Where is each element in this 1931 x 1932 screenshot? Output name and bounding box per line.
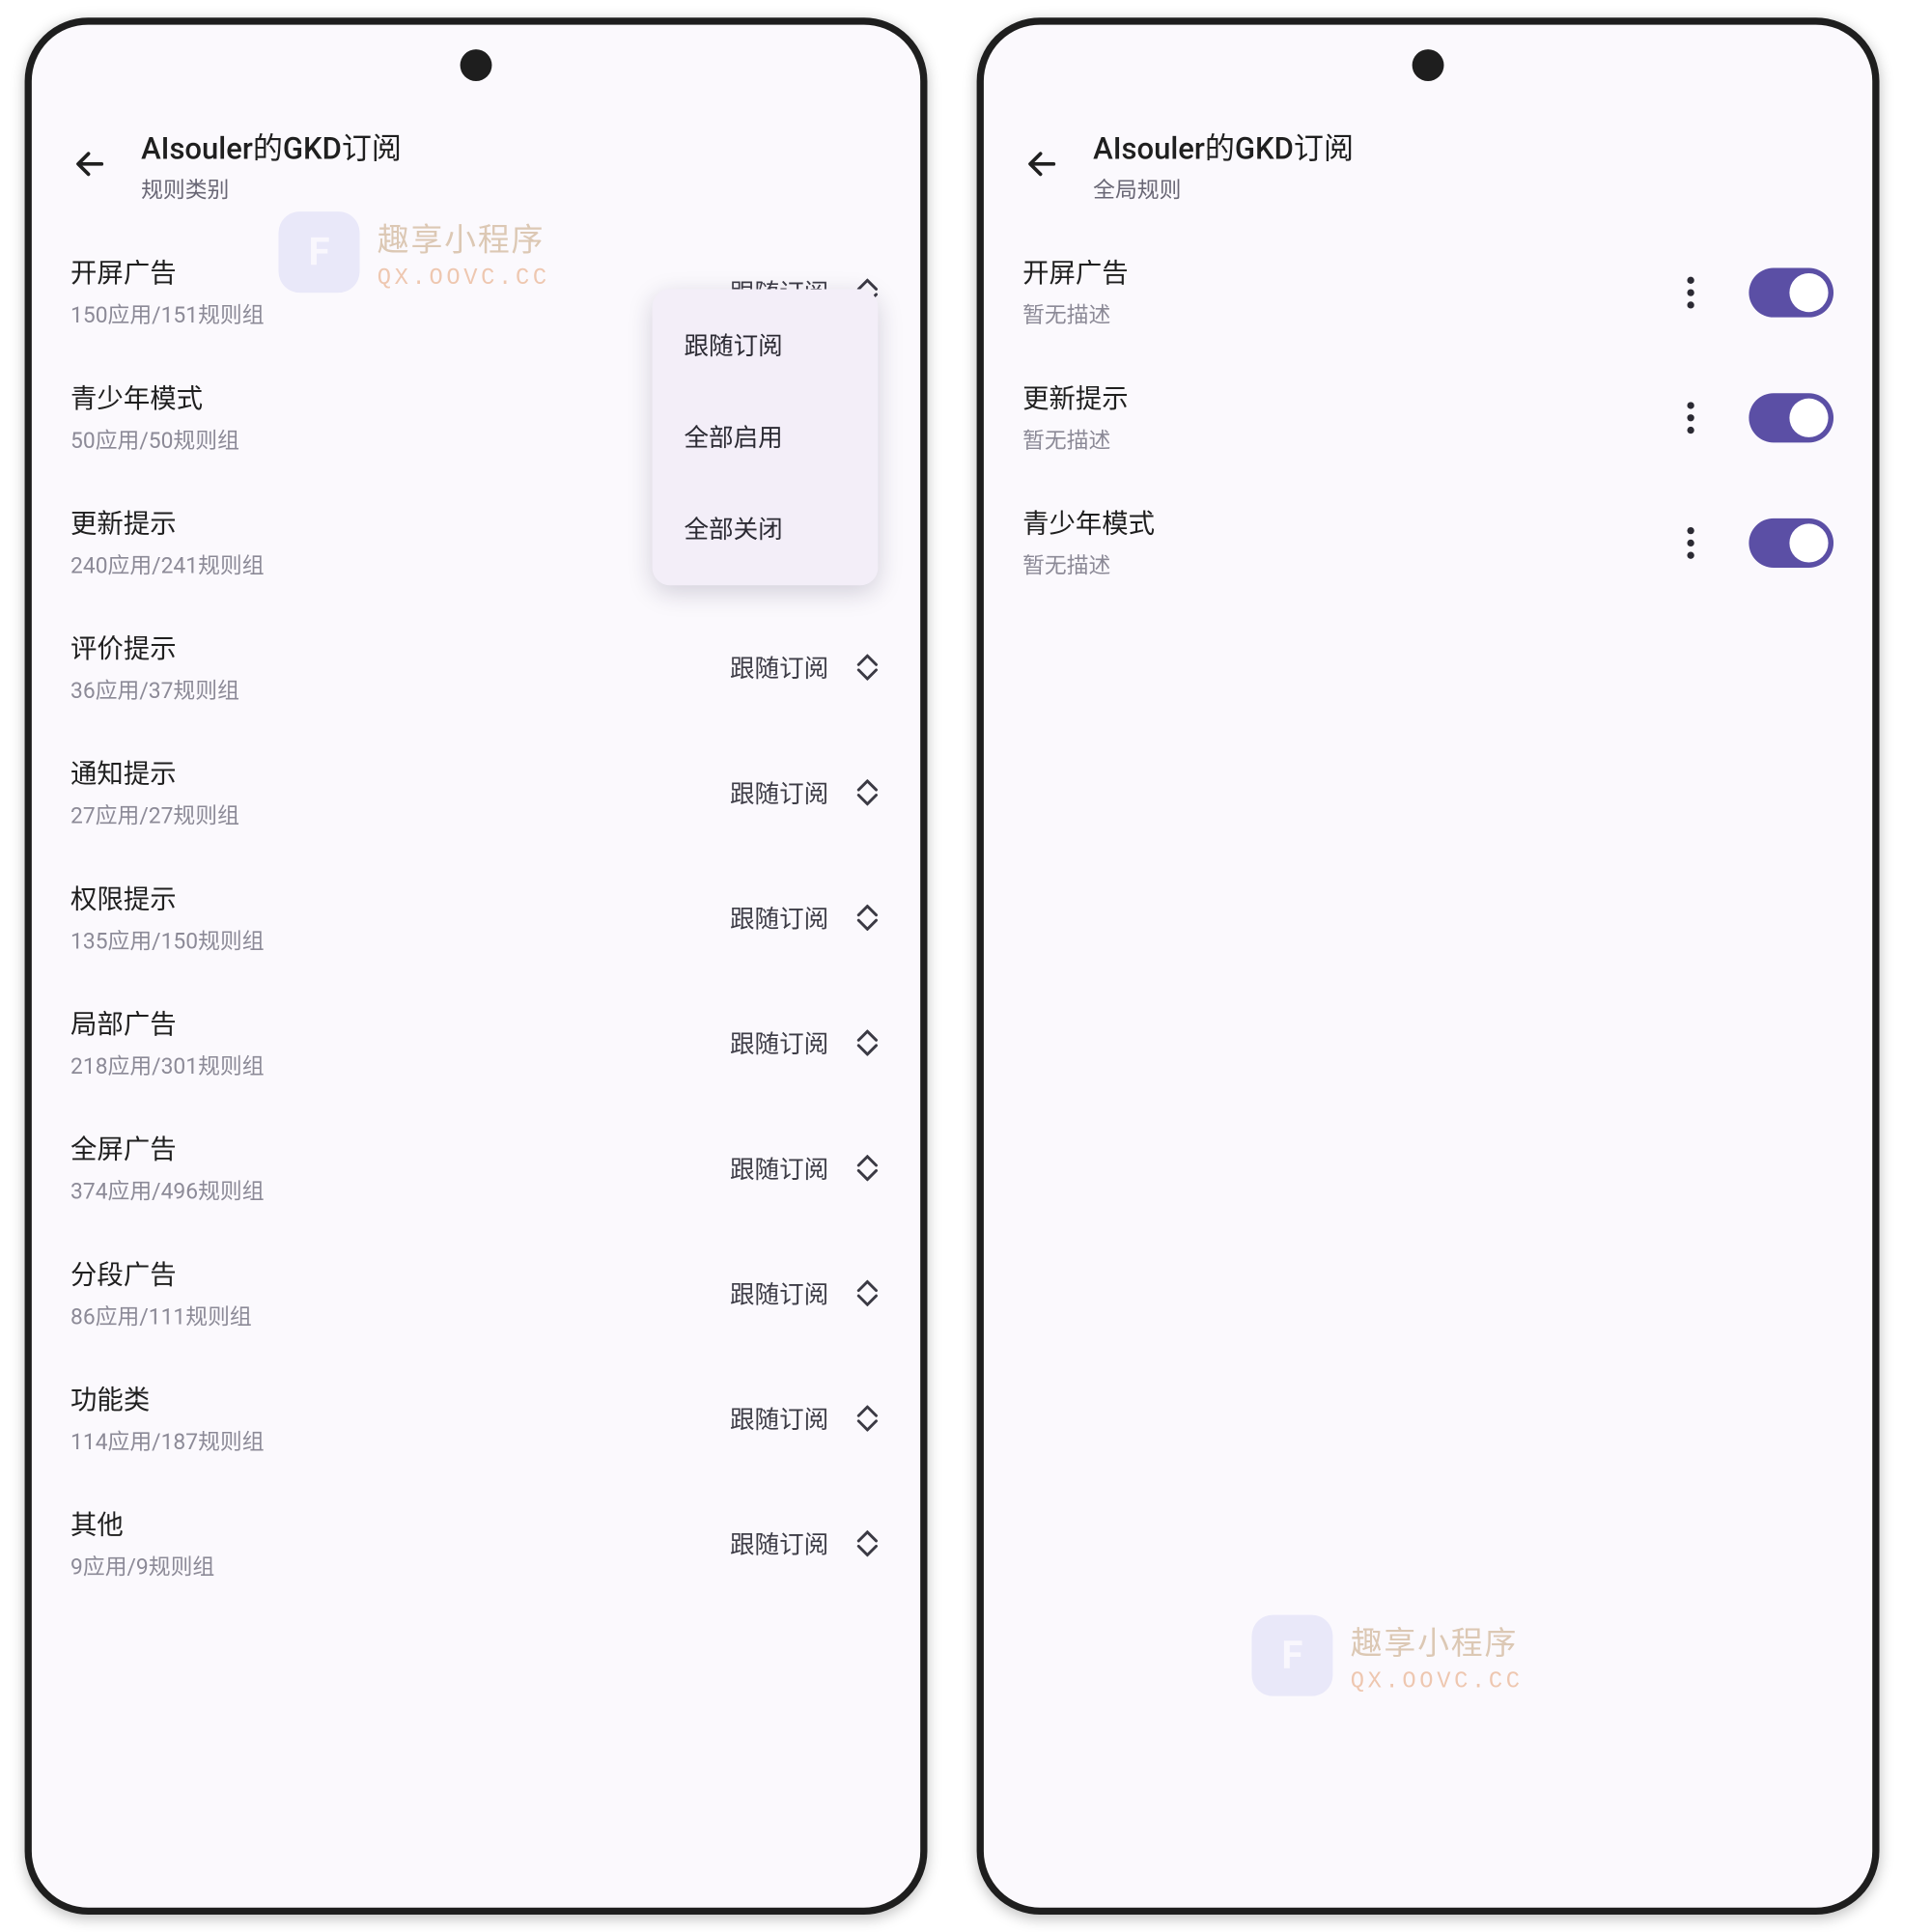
unfold-icon[interactable] [854,1023,882,1062]
page-subtitle: 规则类别 [141,171,402,205]
page-subtitle: 全局规则 [1093,171,1354,205]
list-item[interactable]: 更新提示 暂无描述 [984,354,1872,480]
list-item[interactable]: 评价提示 36应用/37规则组 跟随订阅 [32,604,920,730]
item-sub: 27应用/27规则组 [70,797,713,830]
item-title: 开屏广告 [1022,254,1657,291]
item-title: 分段广告 [70,1255,713,1292]
item-sub: 135应用/150规则组 [70,922,713,956]
dropdown-menu: 跟随订阅 全部启用 全部关闭 [653,289,879,585]
dropdown-option[interactable]: 全部启用 [653,391,879,483]
list-item[interactable]: 通知提示 27应用/27规则组 跟随订阅 [32,730,920,855]
item-sub: 86应用/111规则组 [70,1298,713,1331]
side-button [1874,409,1879,494]
item-title: 开屏广告 [70,254,713,291]
side-button [977,409,982,494]
dropdown-option[interactable]: 全部关闭 [653,483,879,574]
list-item[interactable]: 青少年模式 暂无描述 [984,480,1872,605]
list-item[interactable]: 分段广告 86应用/111规则组 跟随订阅 [32,1231,920,1357]
unfold-icon[interactable] [854,1399,882,1438]
item-sub: 36应用/37规则组 [70,672,713,706]
item-sub: 9应用/9规则组 [70,1548,713,1582]
list-item[interactable]: 功能类 114应用/187规则组 跟随订阅 [32,1356,920,1481]
back-button[interactable] [1022,145,1061,183]
item-sub: 暂无描述 [1022,296,1657,330]
side-button [922,409,927,494]
app-header: AIsouler的GKD订阅 全局规则 [984,96,1872,222]
item-value: 跟随订阅 [730,900,828,936]
side-button [922,564,927,726]
item-value: 跟随订阅 [730,1401,828,1437]
toggle-switch[interactable] [1749,392,1833,441]
side-button [1874,564,1879,726]
item-title: 通知提示 [70,755,713,792]
page-title: AIsouler的GKD订阅 [1093,124,1354,168]
more-icon[interactable] [1675,394,1707,439]
item-value: 跟随订阅 [730,1526,828,1561]
item-value: 跟随订阅 [730,775,828,811]
item-title: 功能类 [70,1381,713,1417]
more-icon[interactable] [1675,268,1707,314]
back-button[interactable] [70,145,109,183]
toggle-switch[interactable] [1749,267,1833,317]
item-value: 跟随订阅 [730,1025,828,1061]
item-sub: 暂无描述 [1022,421,1657,455]
list-item[interactable]: 局部广告 218应用/301规则组 跟随订阅 [32,980,920,1106]
unfold-icon[interactable] [854,898,882,937]
more-icon[interactable] [1675,519,1707,565]
phone-left: 趣享小程序 QX.OOVC.CC AIsouler的GKD订阅 规则类别 开屏广… [25,17,928,1915]
item-title: 更新提示 [1022,379,1657,416]
side-button [25,409,30,494]
item-title: 全屏广告 [70,1130,713,1166]
item-title: 青少年模式 [1022,504,1657,541]
side-button [922,762,927,924]
list-item[interactable]: 权限提示 135应用/150规则组 跟随订阅 [32,855,920,981]
item-title: 其他 [70,1505,713,1542]
toggle-switch[interactable] [1749,518,1833,567]
item-value: 跟随订阅 [730,1150,828,1186]
item-value: 跟随订阅 [730,1275,828,1311]
item-sub: 218应用/301规则组 [70,1048,713,1081]
page-title: AIsouler的GKD订阅 [141,124,402,168]
global-rule-list: 开屏广告 暂无描述 更新提示 暂无描述 青少年模式 [984,222,1872,1908]
dropdown-option[interactable]: 跟随订阅 [653,299,879,391]
item-title: 评价提示 [70,630,713,666]
list-item[interactable]: 开屏广告 暂无描述 [984,229,1872,354]
side-button [1874,762,1879,924]
unfold-icon[interactable] [854,1149,882,1188]
item-sub: 114应用/187规则组 [70,1423,713,1457]
item-sub: 374应用/496规则组 [70,1172,713,1206]
item-sub: 暂无描述 [1022,546,1657,580]
unfold-icon[interactable] [854,648,882,686]
list-item[interactable]: 其他 9应用/9规则组 跟随订阅 [32,1481,920,1607]
phone-right: 趣享小程序 QX.OOVC.CC AIsouler的GKD订阅 全局规则 开屏广… [977,17,1880,1915]
item-value: 跟随订阅 [730,650,828,686]
item-title: 局部广告 [70,1005,713,1042]
item-sub: 150应用/151规则组 [70,296,713,330]
item-title: 权限提示 [70,880,713,916]
app-header: AIsouler的GKD订阅 规则类别 [32,96,920,222]
unfold-icon[interactable] [854,773,882,812]
unfold-icon[interactable] [854,1525,882,1563]
list-item[interactable]: 全屏广告 374应用/496规则组 跟随订阅 [32,1106,920,1231]
unfold-icon[interactable] [854,1274,882,1312]
